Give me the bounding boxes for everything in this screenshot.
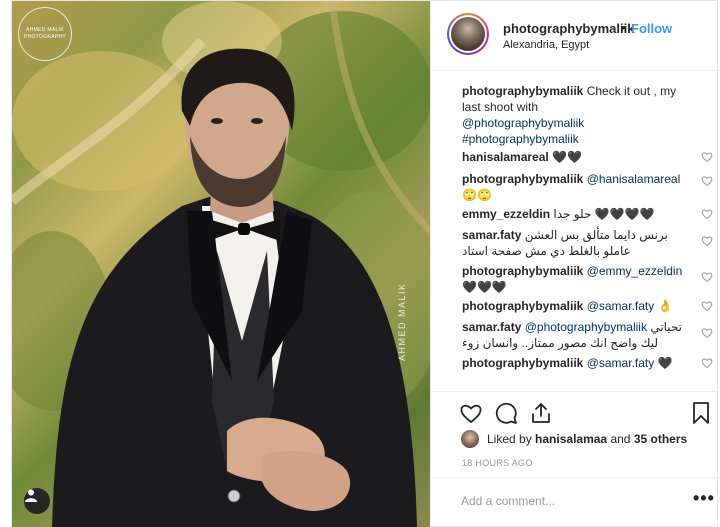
comment-item: photographybymaliik @emmy_ezzeldin 🖤🖤🖤 — [462, 263, 698, 295]
watermark-logo: AHMED MALIK PHOTOGRAPHY — [18, 7, 72, 61]
location-link[interactable]: Alexandria, Egypt — [503, 39, 589, 51]
comment-username[interactable]: emmy_ezzeldin — [462, 207, 550, 221]
avatar[interactable] — [461, 430, 479, 448]
add-comment-bar: Add a comment... ••• — [431, 477, 719, 527]
likes-user-link[interactable]: hanisalamaa — [535, 432, 607, 446]
comment-username[interactable]: photographybymaliik — [462, 172, 583, 186]
comment-item: photographybymaliik @hanisalamareal 🙄🙄 — [462, 171, 698, 203]
likes-others-link[interactable]: 35 others — [634, 432, 687, 446]
comment-like-heart-icon[interactable] — [701, 300, 713, 312]
comment-item: hanisalamareal 🖤🖤 — [462, 149, 698, 165]
comment-username[interactable]: photographybymaliik — [462, 299, 583, 313]
post-header: photographybymaliik • Follow Alexandria,… — [431, 1, 719, 71]
comment-mention[interactable]: @photographybymaliik — [525, 320, 647, 334]
comment-mention[interactable]: @samar.faty — [587, 299, 655, 313]
header-username[interactable]: photographybymaliik — [503, 21, 634, 36]
comment-like-heart-icon[interactable] — [701, 271, 713, 283]
likes-middle: and — [610, 432, 631, 446]
comment-like-heart-icon[interactable] — [701, 175, 713, 187]
comment-text: حلو جدا 🖤🖤🖤🖤 — [553, 207, 655, 221]
header-separator: • — [621, 20, 626, 35]
avatar[interactable] — [447, 13, 489, 55]
comment-like-heart-icon[interactable] — [701, 235, 713, 247]
comment-item: samar.faty برنس دايما متألق بس العشن عام… — [462, 227, 698, 259]
comment-like-heart-icon[interactable] — [701, 327, 713, 339]
post-timestamp[interactable]: 18 HOURS AGO — [462, 458, 533, 468]
comment-item: samar.faty @photographybymaliik تحياتي ل… — [462, 319, 698, 351]
comment-icon[interactable] — [494, 401, 518, 425]
comment-username[interactable]: samar.faty — [462, 228, 521, 242]
comment-mention[interactable]: @emmy_ezzeldin — [587, 264, 683, 278]
comment-username[interactable]: photographybymaliik — [462, 264, 583, 278]
comment-username[interactable]: samar.faty — [462, 320, 521, 334]
comment-item: photographybymaliik @samar.faty 👌 — [462, 298, 698, 314]
likes-text: Liked by hanisalamaa and 35 others — [487, 432, 687, 446]
caption-mention[interactable]: @photographybymaliik — [462, 116, 584, 130]
watermark-side-text: AHMED MALIK — [397, 282, 407, 361]
likes-summary: Liked by hanisalamaa and 35 others — [461, 429, 711, 451]
post-photo[interactable]: AHMED MALIK PHOTOGRAPHY AHMED MALIK — [12, 1, 430, 527]
instagram-post: AHMED MALIK PHOTOGRAPHY AHMED MALIK phot… — [11, 0, 719, 527]
comment-text: 🖤 — [657, 356, 673, 370]
caption: photographybymaliik Check it out , my la… — [462, 83, 698, 147]
comment-text: 🖤🖤 — [552, 150, 582, 164]
comment-text: 🙄🙄 — [462, 188, 492, 202]
comment-mention[interactable]: @samar.faty — [587, 356, 655, 370]
comment-text: 🖤🖤🖤 — [462, 280, 507, 294]
add-comment-input[interactable]: Add a comment... — [461, 494, 555, 508]
comment-text: 👌 — [657, 299, 673, 313]
user-tag-icon[interactable] — [24, 488, 50, 514]
caption-username[interactable]: photographybymaliik — [462, 84, 583, 98]
caption-hashtag[interactable]: #photographybymaliik — [462, 132, 579, 146]
heart-icon[interactable] — [459, 401, 483, 425]
bookmark-icon[interactable] — [689, 401, 713, 425]
follow-button[interactable]: Follow — [631, 21, 672, 36]
comment-like-heart-icon[interactable] — [701, 357, 713, 369]
post-sidebar: photographybymaliik • Follow Alexandria,… — [430, 1, 719, 527]
likes-prefix: Liked by — [487, 432, 532, 446]
post-actions — [431, 391, 719, 431]
photo-illustration — [12, 1, 430, 527]
comments-list: photographybymaliik Check it out , my la… — [431, 71, 719, 391]
comment-item: photographybymaliik @samar.faty 🖤 — [462, 355, 698, 371]
comment-like-heart-icon[interactable] — [701, 151, 713, 163]
comment-item: emmy_ezzeldin حلو جدا 🖤🖤🖤🖤 — [462, 206, 698, 222]
comment-like-heart-icon[interactable] — [701, 208, 713, 220]
comment-username[interactable]: photographybymaliik — [462, 356, 583, 370]
comment-mention[interactable]: @hanisalamareal — [587, 172, 681, 186]
comment-username[interactable]: hanisalamareal — [462, 150, 549, 164]
share-icon[interactable] — [529, 401, 553, 425]
more-options-button[interactable]: ••• — [693, 488, 715, 509]
